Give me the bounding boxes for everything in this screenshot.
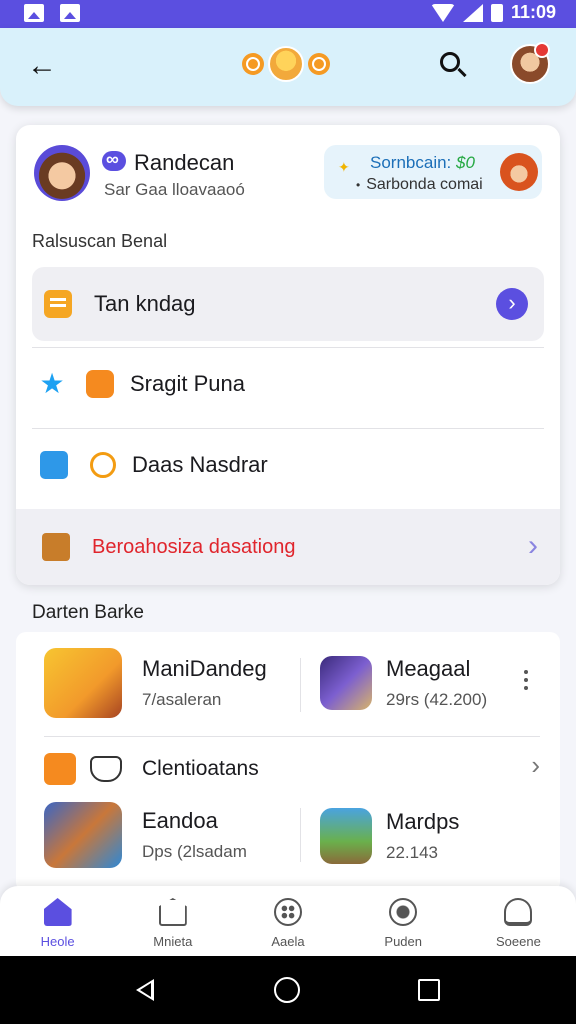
store-icon — [158, 898, 187, 926]
back-button[interactable]: ← — [24, 48, 60, 84]
wifi-icon — [430, 3, 455, 22]
menu-item-label: Tan kndag — [94, 291, 196, 316]
game-subtitle: 29rs (42.200) — [386, 690, 488, 709]
status-bar: 11:09 — [0, 0, 576, 28]
promo-banner[interactable]: ✦ Sornbcain: $0 Sarbonda comai — [324, 145, 542, 199]
menu-item-label: Beroahosiza dasationg — [92, 535, 296, 558]
gamepad-icon — [274, 898, 302, 926]
promo-subtitle: Sarbonda comai — [356, 176, 483, 194]
star-icon: ★ — [39, 368, 65, 399]
menu-item-1[interactable]: Tan kndag › — [32, 267, 544, 341]
profile-name: Randecan — [134, 150, 235, 175]
chevron-right-icon: › — [496, 288, 528, 320]
nav-label: Heole — [40, 934, 75, 949]
top-app-bar: ← — [0, 28, 576, 106]
menu-item-3[interactable]: Daas Nasdrar — [32, 428, 544, 502]
game-card-4[interactable]: Mardps 22.143 — [320, 808, 459, 864]
profile-subtitle: Sar Gaa lloavaaoó — [104, 180, 245, 199]
nav-label: Aaela — [271, 934, 305, 949]
nav-label: Puden — [384, 934, 422, 949]
nav-label: Soeene — [496, 934, 541, 949]
menu-section-label: Ralsuscan Benal — [32, 231, 168, 251]
menu-item-4[interactable]: Beroahosiza dasationg › — [16, 509, 560, 585]
game-subtitle: Dps (2lsadam — [142, 842, 247, 861]
profile-card: Randecan Sar Gaa lloavaaoó ✦ Sornbcain: … — [16, 125, 560, 585]
orange-app-icon — [86, 370, 114, 398]
treasure-box-icon — [42, 533, 70, 561]
game-title: Meagaal — [386, 656, 471, 681]
game-title: Eandoa — [142, 808, 218, 833]
megaphone-icon — [44, 753, 76, 785]
game-thumbnail — [44, 648, 122, 718]
nav-tab-puzzle[interactable]: Puden — [346, 886, 461, 956]
divider — [300, 658, 301, 712]
person-icon — [504, 898, 533, 926]
infinity-badge-icon — [102, 149, 126, 171]
promo-amount: $0 — [456, 153, 475, 172]
nav-label: Mnieta — [153, 934, 193, 949]
games-panel: ManiDandeg 7/asaleran Meagaal 29rs (42.2… — [16, 632, 560, 892]
nav-tab-market[interactable]: Mnieta — [115, 886, 230, 956]
image-notification-icon — [24, 4, 44, 22]
profile-avatar[interactable] — [34, 145, 90, 201]
game-card-1[interactable]: ManiDandeg 7/asaleran — [44, 648, 267, 718]
collections-label: Clentioatans — [142, 757, 259, 780]
more-vert-icon[interactable] — [524, 670, 528, 674]
system-indicators: 11:09 — [430, 2, 556, 23]
menu-item-label: Daas Nasdrar — [132, 452, 268, 477]
nav-tab-home[interactable]: Heole — [0, 886, 115, 956]
status-time: 11:09 — [510, 2, 556, 22]
app-logo[interactable] — [242, 46, 330, 82]
system-recents-icon[interactable] — [418, 979, 440, 1001]
system-back-icon[interactable] — [136, 979, 154, 1001]
back-arrow-icon: ← — [27, 49, 57, 82]
message-icon — [40, 451, 68, 479]
logo-right-badge-icon — [308, 53, 330, 75]
game-thumbnail — [320, 808, 372, 864]
game-title: ManiDandeg — [142, 656, 267, 681]
chevron-right-icon: › — [531, 750, 540, 780]
target-icon — [389, 898, 418, 926]
promo-title: Sornbcain: $0 — [370, 153, 475, 173]
game-card-2[interactable]: Meagaal 29rs (42.200) — [320, 656, 487, 710]
game-card-3[interactable]: Eandoa Dps (2lsadam — [44, 802, 247, 868]
system-navigation-bar — [0, 956, 576, 1024]
game-thumbnail — [320, 656, 372, 710]
logo-left-badge-icon — [242, 53, 264, 75]
search-button[interactable] — [438, 50, 470, 82]
menu-item-label: Sragit Puna — [130, 371, 245, 396]
notification-badge — [534, 42, 550, 58]
battery-icon — [490, 3, 503, 22]
game-title: Mardps — [386, 809, 460, 834]
home-icon — [43, 898, 72, 926]
game-thumbnail — [44, 802, 122, 868]
document-icon — [44, 290, 72, 318]
logo-mascot-icon — [268, 46, 304, 82]
shield-icon — [90, 756, 122, 782]
system-home-icon[interactable] — [274, 977, 300, 1003]
signal-icon — [462, 3, 483, 22]
divider — [44, 736, 540, 737]
nav-tab-profile[interactable]: Soeene — [461, 886, 576, 956]
sparkle-icon: ✦ — [338, 159, 350, 175]
chevron-right-icon: › — [528, 529, 538, 562]
game-subtitle: 7/asaleran — [142, 690, 222, 709]
games-section-label: Darten Barke — [32, 602, 144, 623]
promo-mascot-icon — [500, 153, 538, 191]
divider — [300, 808, 301, 862]
bottom-navigation: Heole Mnieta Aaela Puden Soeene — [0, 886, 576, 956]
menu-item-2[interactable]: ★ Sragit Puna — [32, 347, 544, 421]
gallery-notification-icon — [60, 4, 80, 22]
notification-icons — [24, 4, 80, 22]
nav-tab-arcade[interactable]: Aaela — [230, 886, 345, 956]
compass-icon — [90, 452, 116, 478]
game-subtitle: 22.143 — [386, 843, 438, 862]
promo-title-text: Sornbcain: — [370, 153, 452, 172]
collections-row[interactable]: Clentioatans › — [44, 750, 540, 786]
